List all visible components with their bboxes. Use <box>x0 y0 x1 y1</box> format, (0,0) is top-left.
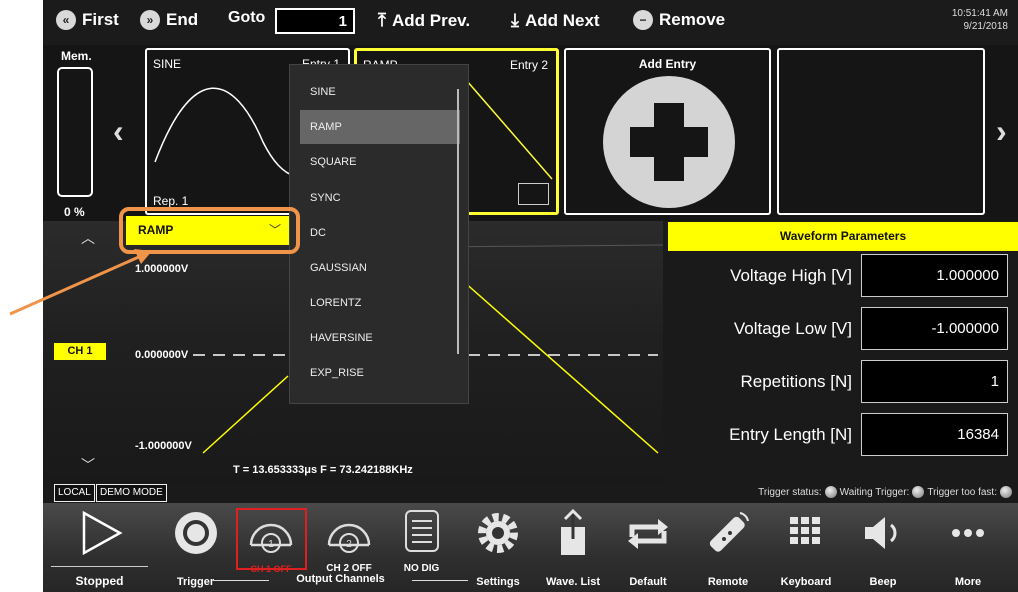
add-entry-card[interactable]: Add Entry <box>564 48 771 215</box>
chevron-right-icon[interactable]: › <box>996 113 1007 150</box>
dropdown-option-gaussian[interactable]: GAUSSIAN <box>300 251 460 285</box>
svg-text:1: 1 <box>268 539 274 550</box>
dropdown-option-lorentz[interactable]: LORENTZ <box>300 286 460 320</box>
add-next-icon: ⤓ <box>511 10 519 30</box>
waveform-dropdown-list: SINE RAMP SQUARE SYNC DC GAUSSIAN LORENT… <box>289 64 469 404</box>
remote-icon <box>709 512 749 552</box>
period-frequency: T = 13.653333μs F = 73.242188KHz <box>233 464 413 476</box>
goto-label: Goto <box>228 9 266 26</box>
chevron-down-icon: ﹀ <box>268 223 281 237</box>
digital-icon <box>404 510 439 552</box>
dropdown-option-exp-rise[interactable]: EXP_RISE <box>300 356 460 390</box>
dropdown-option-sync[interactable]: SYNC <box>300 181 460 215</box>
channel-1-icon: 1 <box>249 523 293 553</box>
remote-button[interactable]: Remote <box>693 503 763 592</box>
default-button[interactable]: Default <box>613 503 683 592</box>
remove-button[interactable]: − Remove <box>633 10 725 30</box>
voltage-low-label: Voltage Low [V] <box>668 307 860 350</box>
add-entry-label: Add Entry <box>638 57 697 71</box>
channel-2-icon: 2 <box>327 523 371 553</box>
dropdown-option-sine[interactable]: SINE <box>300 75 460 109</box>
dropdown-option-square[interactable]: SQUARE <box>300 145 460 179</box>
dropdown-value: RAMP <box>138 223 174 237</box>
add-prev-button[interactable]: ⤒ Add Prev. <box>378 10 470 31</box>
top-toolbar: «First » End Goto 1 ⤒ Add Prev. ⤓ Add Next … <box>43 0 1018 45</box>
output-channels-label: Output Channels <box>213 573 468 585</box>
add-next-button[interactable]: ⤓ Add Next <box>511 10 600 31</box>
dropdown-option-dc[interactable]: DC <box>300 216 460 250</box>
repeat-icon <box>628 519 668 549</box>
svg-text:2: 2 <box>346 539 352 550</box>
keyboard-icon <box>790 517 820 544</box>
waiting-led-icon <box>912 486 925 498</box>
waveform-dropdown[interactable]: RAMP ﹀ <box>126 216 291 245</box>
first-button[interactable]: «First <box>56 10 119 30</box>
double-left-icon: « <box>56 10 76 30</box>
channel-badge[interactable]: CH 1 <box>54 343 106 360</box>
entry-length-label: Entry Length [N] <box>668 413 860 456</box>
trigger-status: Trigger status: Waiting Trigger: Trigger… <box>758 486 1012 498</box>
chevron-left-icon[interactable]: ‹ <box>113 113 124 150</box>
stopped-button[interactable]: Stopped <box>43 503 156 592</box>
more-icon <box>952 529 984 537</box>
chevron-up-icon[interactable]: ︿ <box>81 228 95 248</box>
gear-icon <box>478 513 518 553</box>
bottom-bar: Stopped Trigger 1 CH 1 OFF 2 CH 2 OFF NO… <box>43 503 1018 592</box>
double-right-icon: » <box>140 10 160 30</box>
dropdown-scrollbar[interactable] <box>457 89 459 354</box>
keyboard-button[interactable]: Keyboard <box>771 503 841 592</box>
entry-strip: Mem. 0 % ‹ › SINE Entry 1 Rep. 1 RAMP En… <box>43 45 1018 221</box>
entry-length-field[interactable]: 16384 <box>861 413 1008 456</box>
trigger-icon <box>174 512 217 554</box>
more-button[interactable]: More <box>933 503 1003 592</box>
demo-mode-badge: DEMO MODE <box>96 484 167 502</box>
play-icon <box>82 510 123 556</box>
dropdown-option-haversine[interactable]: HAVERSINE <box>300 321 460 355</box>
minus-icon: − <box>633 10 653 30</box>
empty-entry-card[interactable] <box>777 48 985 215</box>
params-title: Waveform Parameters <box>668 222 1018 251</box>
status-led-icon <box>824 486 837 498</box>
settings-button[interactable]: Settings <box>463 503 533 592</box>
memory-percent: 0 % <box>64 205 85 219</box>
chevron-down-icon[interactable]: ﹀ <box>81 455 95 475</box>
repetitions-label: Repetitions [N] <box>668 360 860 403</box>
speaker-icon <box>865 517 897 549</box>
voltage-high-field[interactable]: 1.000000 <box>861 254 1008 297</box>
entry-reps: Rep. 1 <box>153 194 189 208</box>
entry-checkbox[interactable] <box>518 183 549 205</box>
clock: 10:51:41 AM 9/21/2018 <box>951 8 1008 32</box>
end-button[interactable]: » End <box>140 10 198 30</box>
beep-button[interactable]: Beep <box>848 503 918 592</box>
entry-wave-name: SINE <box>153 57 182 71</box>
app-window: «First » End Goto 1 ⤒ Add Prev. ⤓ Add Next … <box>43 0 1018 592</box>
wave-list-button[interactable]: Wave. List <box>538 503 608 592</box>
goto-input[interactable]: 1 <box>275 8 355 34</box>
memory-gauge <box>57 67 93 197</box>
voltage-low-field[interactable]: -1.000000 <box>861 307 1008 350</box>
export-icon <box>561 508 585 555</box>
dropdown-option-ramp[interactable]: RAMP <box>300 110 460 144</box>
local-mode-badge: LOCAL <box>54 484 95 502</box>
voltage-high-label: 1.000000V <box>135 263 189 275</box>
repetitions-field[interactable]: 1 <box>861 360 1008 403</box>
voltage-low-label: -1.000000V <box>135 440 192 452</box>
memory-label: Mem. <box>61 49 92 63</box>
voltage-high-label: Voltage High [V] <box>668 254 860 297</box>
plus-icon <box>603 76 735 208</box>
too-fast-led-icon <box>1000 486 1012 498</box>
add-prev-icon: ⤒ <box>378 10 386 30</box>
voltage-zero-label: 0.000000V <box>135 349 189 361</box>
